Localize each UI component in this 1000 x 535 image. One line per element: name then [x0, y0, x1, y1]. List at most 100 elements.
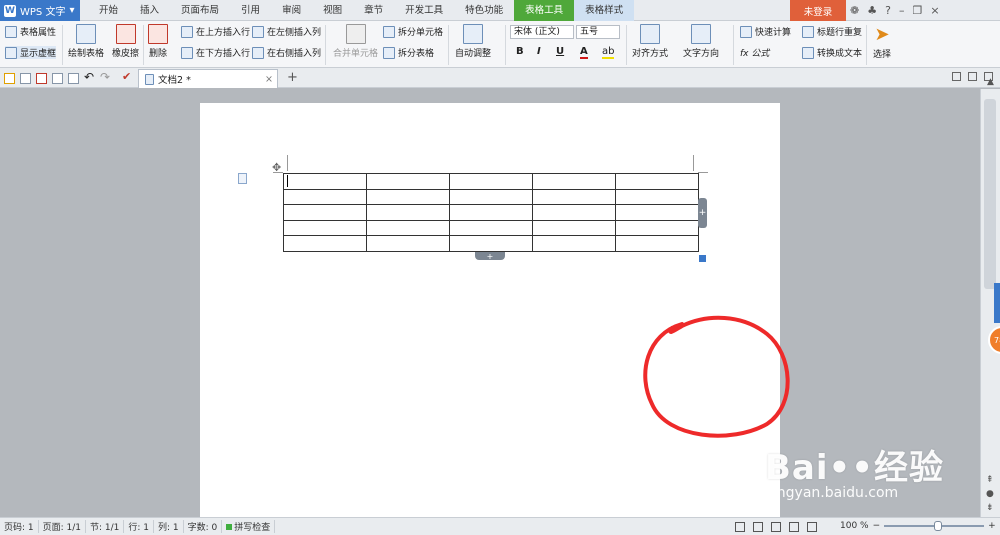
table-cell[interactable] [615, 204, 699, 221]
table-cell[interactable] [283, 204, 367, 221]
fullscreen-icon[interactable] [735, 522, 745, 532]
zoom-in-button[interactable]: + [988, 521, 996, 531]
login-button[interactable]: 未登录 [790, 0, 846, 21]
show-gridlines-button[interactable]: 显示虚框 [5, 46, 57, 59]
table-cell[interactable] [283, 219, 367, 237]
tab-developer[interactable]: 开发工具 [394, 0, 454, 21]
zoom-out-button[interactable]: − [873, 521, 881, 531]
zoom-level[interactable]: 100 % [840, 521, 869, 531]
spell-check-toggle[interactable]: 拼写检查 [222, 520, 276, 533]
page-view-icon[interactable] [753, 522, 763, 532]
italic-button[interactable]: I [537, 46, 541, 57]
merge-cells-button[interactable]: 合并单元格 [333, 24, 378, 59]
tab-chapter[interactable]: 章节 [353, 0, 394, 21]
table-cell[interactable] [449, 173, 533, 190]
document-tab[interactable]: 文档2 * × [138, 69, 278, 88]
close-tab-button[interactable]: × [265, 74, 273, 85]
scroll-up-icon[interactable]: ▲ [987, 77, 994, 87]
table-cell[interactable] [449, 204, 533, 221]
formula-button[interactable]: fx 公式 [740, 46, 769, 59]
add-row-button[interactable]: + [475, 252, 505, 261]
font-size-select[interactable]: 五号 [576, 25, 620, 39]
delete-button[interactable]: 删除 [148, 24, 168, 59]
table-cell[interactable] [532, 219, 616, 237]
tab-home[interactable]: 开始 [88, 0, 129, 21]
document-table[interactable] [283, 173, 699, 252]
prev-page-icon[interactable]: ⇞ [986, 475, 994, 485]
redo-icon[interactable]: ↷ [100, 70, 110, 84]
insert-row-below-button[interactable]: 在下方插入行 [181, 46, 250, 59]
skin-icon[interactable]: ❁ [850, 4, 859, 17]
select-button[interactable]: ➤ 选择 [873, 24, 891, 60]
customize-icon[interactable]: ✔ [122, 70, 131, 83]
select-browse-icon[interactable]: ● [986, 489, 994, 499]
preview-icon[interactable] [68, 73, 79, 84]
outline-view-icon[interactable] [771, 522, 781, 532]
next-page-icon[interactable]: ⇟ [986, 503, 994, 513]
app-menu-button[interactable]: W WPS 文字 ▾ [0, 0, 80, 21]
tab-review[interactable]: 审阅 [271, 0, 312, 21]
table-cell[interactable] [615, 219, 699, 237]
split-cells-button[interactable]: 拆分单元格 [383, 25, 443, 38]
table-cell[interactable] [615, 188, 699, 206]
table-cell[interactable] [449, 219, 533, 237]
font-name-select[interactable]: 宋体 (正文) [510, 25, 574, 39]
convert-to-text-button[interactable]: 转换成文本 [802, 46, 862, 59]
draw-table-button[interactable]: 绘制表格 [68, 24, 104, 59]
table-cell[interactable] [366, 219, 450, 237]
table-cell[interactable] [449, 235, 533, 252]
print-icon[interactable] [52, 73, 63, 84]
restore-button[interactable]: ❐ [912, 4, 922, 17]
table-cell[interactable] [615, 235, 699, 252]
table-cell[interactable] [532, 204, 616, 221]
paragraph-mark-icon[interactable] [238, 173, 247, 184]
undo-icon[interactable]: ↶ [84, 70, 94, 84]
table-cell[interactable] [532, 188, 616, 206]
bold-button[interactable]: B [516, 46, 524, 57]
tab-table-tools[interactable]: 表格工具 [514, 0, 575, 21]
minimize-ribbon-icon[interactable] [952, 72, 961, 81]
tab-features[interactable]: 特色功能 [454, 0, 514, 21]
table-cell[interactable] [366, 235, 450, 252]
side-panel-tab[interactable] [994, 283, 1000, 323]
insert-col-right-button[interactable]: 在右侧插入列 [252, 46, 321, 59]
table-cell[interactable] [283, 235, 367, 252]
panel-toggle-icon[interactable] [968, 72, 977, 81]
close-button[interactable]: × [930, 4, 939, 17]
font-color-button[interactable]: A [580, 46, 588, 59]
insert-row-above-button[interactable]: 在上方插入行 [181, 25, 250, 38]
auto-fit-button[interactable]: 自动调整 [455, 24, 491, 59]
zoom-slider-knob[interactable] [934, 521, 943, 531]
table-cell[interactable] [532, 173, 616, 190]
highlight-icon[interactable]: ab [602, 46, 615, 59]
shirt-icon[interactable]: ♣ [867, 4, 877, 17]
table-move-handle-icon[interactable]: ✥ [272, 161, 281, 174]
help-button[interactable]: ? [885, 4, 891, 17]
tab-references[interactable]: 引用 [230, 0, 271, 21]
vertical-scrollbar[interactable] [984, 99, 996, 289]
new-tab-button[interactable]: + [287, 70, 298, 85]
table-cell[interactable] [366, 188, 450, 206]
table-cell[interactable] [615, 173, 699, 190]
add-column-button[interactable]: + [698, 198, 707, 228]
tab-insert[interactable]: 插入 [129, 0, 170, 21]
tab-page-layout[interactable]: 页面布局 [170, 0, 230, 21]
reading-view-icon[interactable] [807, 522, 817, 532]
save-icon[interactable] [20, 73, 31, 84]
table-properties-button[interactable]: 表格属性 [5, 25, 56, 38]
minimize-button[interactable]: – [899, 4, 905, 17]
table-cell[interactable] [366, 173, 450, 190]
insert-col-left-button[interactable]: 在左侧插入列 [252, 25, 321, 38]
pdf-icon[interactable] [36, 73, 47, 84]
zoom-slider[interactable] [884, 521, 985, 531]
status-word-count[interactable]: 字数: 0 [184, 520, 223, 533]
table-resize-handle[interactable] [699, 255, 706, 262]
text-direction-button[interactable]: 文字方向 [683, 24, 719, 59]
split-table-button[interactable]: 拆分表格 [383, 46, 434, 59]
table-cell[interactable] [366, 204, 450, 221]
table-cell[interactable] [283, 173, 367, 190]
open-folder-icon[interactable] [4, 73, 15, 84]
quick-calc-button[interactable]: 快速计算 [740, 25, 791, 38]
table-cell[interactable] [449, 188, 533, 206]
underline-button[interactable]: U [556, 46, 564, 57]
